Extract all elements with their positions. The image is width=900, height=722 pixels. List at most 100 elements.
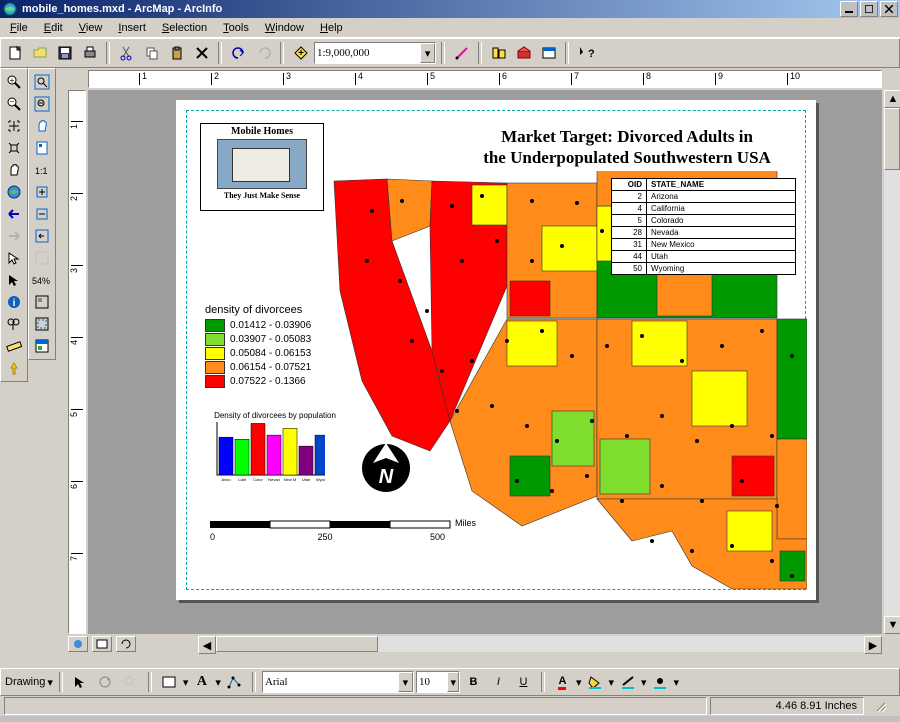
edit-vertices-icon[interactable] [223, 671, 246, 693]
select-elements-icon[interactable] [69, 671, 92, 693]
bold-icon[interactable]: B [462, 671, 485, 693]
zoom-in-icon[interactable]: + [3, 71, 26, 93]
layout-view-tab[interactable] [92, 636, 112, 652]
layout-fixed-zoom-out-icon[interactable] [31, 203, 54, 225]
font-selector[interactable]: ▾ [262, 671, 414, 693]
scale-bar[interactable]: 0 250 500 Miles [205, 516, 455, 546]
zoom-out-icon[interactable]: − [3, 93, 26, 115]
vertical-scrollbar[interactable]: ▲ ▼ [884, 90, 900, 634]
marker-color-icon[interactable] [649, 671, 672, 693]
layout-zoom-in-icon[interactable] [31, 71, 54, 93]
menu-window[interactable]: Window [257, 20, 312, 36]
layout-fixed-zoom-in-icon[interactable] [31, 181, 54, 203]
open-icon[interactable] [28, 42, 51, 64]
focus-data-frame-icon[interactable] [31, 313, 54, 335]
arccatalog-icon[interactable] [487, 42, 510, 64]
drawing-menu-arrow-icon[interactable]: ▾ [47, 676, 53, 689]
dropdown-arrow-icon[interactable]: ▾ [420, 43, 435, 63]
state-attribute-table[interactable]: OIDSTATE_NAME 2Arizona4California5Colora… [611, 178, 796, 275]
dropdown-arrow-icon[interactable]: ▾ [398, 672, 413, 692]
logo-frame[interactable]: Mobile Homes They Just Make Sense [200, 123, 324, 211]
new-text-icon[interactable]: A [190, 671, 213, 693]
table-row[interactable]: 28Nevada [612, 227, 796, 239]
table-row[interactable]: 5Colorado [612, 215, 796, 227]
scroll-up-icon[interactable]: ▲ [884, 90, 900, 108]
new-rectangle-icon[interactable] [158, 671, 181, 693]
delete-icon[interactable] [190, 42, 213, 64]
north-arrow[interactable]: N [359, 441, 413, 495]
layout-page[interactable]: Mobile Homes They Just Make Sense Market… [176, 100, 816, 600]
zoom-whole-page-icon[interactable] [31, 137, 54, 159]
menu-selection[interactable]: Selection [154, 20, 215, 36]
maximize-button[interactable] [860, 1, 878, 17]
context-help-icon[interactable]: ? [574, 42, 597, 64]
change-layout-icon[interactable] [31, 335, 54, 357]
select-elements-icon[interactable] [3, 269, 26, 291]
menu-tools[interactable]: Tools [215, 20, 257, 36]
copy-icon[interactable] [140, 42, 163, 64]
cut-icon[interactable] [115, 42, 138, 64]
command-line-icon[interactable] [537, 42, 560, 64]
table-row[interactable]: 4California [612, 203, 796, 215]
layout-zoom-out-icon[interactable] [31, 93, 54, 115]
zoom-100-icon[interactable]: 1:1 [31, 159, 54, 181]
menu-insert[interactable]: Insert [110, 20, 154, 36]
add-data-icon[interactable]: + [289, 42, 312, 64]
menu-file[interactable]: File [2, 20, 36, 36]
menu-view[interactable]: View [71, 20, 111, 36]
layout-pan-icon[interactable] [31, 115, 54, 137]
refresh-view-icon[interactable] [116, 636, 136, 652]
undo-icon[interactable] [227, 42, 250, 64]
rotate-icon[interactable] [94, 671, 117, 693]
arctoolbox-icon[interactable] [512, 42, 535, 64]
measure-icon[interactable] [3, 335, 26, 357]
pan-icon[interactable] [3, 159, 26, 181]
editor-toolbar-icon[interactable] [450, 42, 473, 64]
paste-icon[interactable] [165, 42, 188, 64]
line-color-icon[interactable] [616, 671, 639, 693]
full-extent-icon[interactable] [3, 181, 26, 203]
map-scale-selector[interactable]: ▾ [314, 42, 436, 64]
find-icon[interactable] [3, 313, 26, 335]
prev-extent-icon[interactable] [3, 203, 26, 225]
minimize-button[interactable] [840, 1, 858, 17]
horizontal-scrollbar[interactable]: ◀ ▶ [198, 636, 882, 652]
resize-grip-icon[interactable] [867, 698, 893, 714]
scroll-thumb[interactable] [216, 636, 378, 652]
table-row[interactable]: 2Arizona [612, 191, 796, 203]
scroll-left-icon[interactable]: ◀ [198, 636, 216, 654]
dropdown-arrow-icon[interactable]: ▾ [447, 672, 458, 692]
data-view-tab[interactable] [68, 636, 88, 652]
fixed-zoom-in-icon[interactable] [3, 115, 26, 137]
layout-prev-extent-icon[interactable] [31, 225, 54, 247]
scroll-thumb[interactable] [884, 108, 900, 170]
italic-icon[interactable]: I [487, 671, 510, 693]
scroll-right-icon[interactable]: ▶ [864, 636, 882, 654]
font-color-icon[interactable]: A [551, 671, 574, 693]
save-icon[interactable] [53, 42, 76, 64]
select-features-icon[interactable] [3, 247, 26, 269]
table-row[interactable]: 50Wyoming [612, 263, 796, 275]
data-frame[interactable]: Mobile Homes They Just Make Sense Market… [186, 110, 806, 590]
zoom-percent-icon[interactable]: 54% [31, 269, 54, 291]
menu-edit[interactable]: Edit [36, 20, 71, 36]
map-scale-input[interactable] [315, 47, 420, 59]
new-icon[interactable] [3, 42, 26, 64]
toggle-draft-icon[interactable] [31, 291, 54, 313]
map-legend[interactable]: density of divorcees 0.01412 - 0.039060.… [205, 304, 311, 389]
fill-color-icon[interactable] [583, 671, 606, 693]
map-title[interactable]: Market Target: Divorced Adults in the Un… [437, 126, 817, 169]
font-size-selector[interactable]: ▾ [416, 671, 460, 693]
scroll-down-icon[interactable]: ▼ [884, 616, 900, 634]
menu-help[interactable]: Help [312, 20, 351, 36]
print-icon[interactable] [78, 42, 101, 64]
hyperlink-icon[interactable] [3, 357, 26, 379]
layout-canvas[interactable]: Mobile Homes They Just Make Sense Market… [88, 90, 882, 634]
underline-icon[interactable]: U [512, 671, 535, 693]
fixed-zoom-out-icon[interactable] [3, 137, 26, 159]
identify-icon[interactable]: i [3, 291, 26, 313]
table-row[interactable]: 31New Mexico [612, 239, 796, 251]
density-bar-chart[interactable]: Density of divorcees by population Arizo… [205, 411, 345, 482]
close-button[interactable] [880, 1, 898, 17]
table-row[interactable]: 44Utah [612, 251, 796, 263]
